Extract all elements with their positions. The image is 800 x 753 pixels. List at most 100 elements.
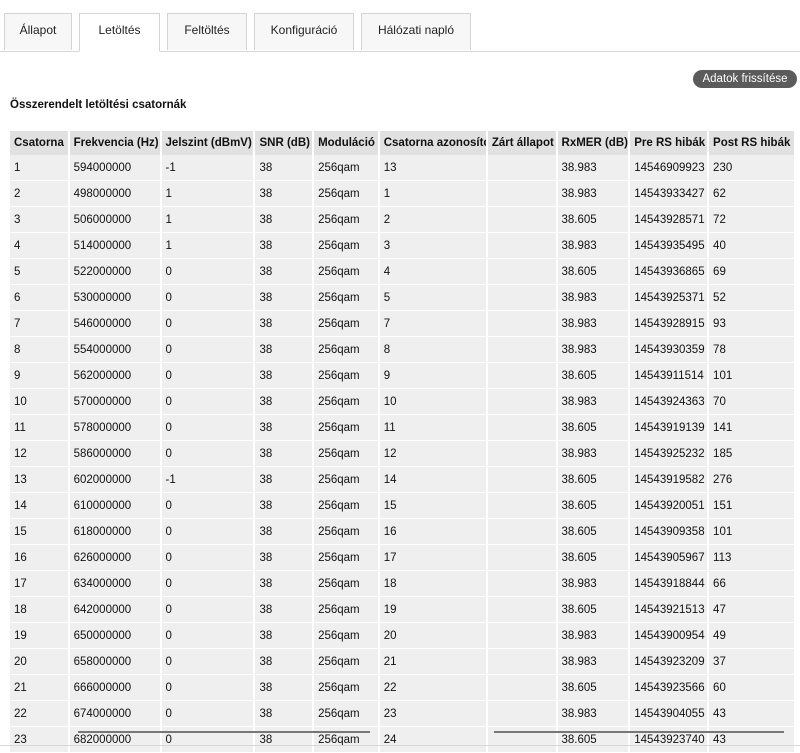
- cell-post-rs-errors: 276: [709, 467, 794, 493]
- cell-rxmer: 38.605: [557, 597, 629, 623]
- cell-channel-id: 23: [379, 701, 486, 727]
- cell-snr: 38: [255, 545, 313, 571]
- cell-pre-rs-errors: 14543933427: [630, 181, 708, 207]
- cell-rxmer: 38.983: [557, 701, 629, 727]
- header-frekvencia: Frekvencia (Hz): [69, 131, 160, 155]
- cell-post-rs-errors: 72: [709, 207, 794, 233]
- cell-lock-status: [487, 623, 556, 649]
- cell-rxmer: 38.983: [557, 441, 629, 467]
- cell-rxmer: 38.983: [557, 285, 629, 311]
- cell-post-rs-errors: 43: [709, 701, 794, 727]
- cell-modulation: 256qam: [314, 441, 378, 467]
- tab-allapot[interactable]: Állapot: [4, 13, 72, 50]
- cell-power-level: 0: [161, 389, 254, 415]
- cell-snr: 38: [255, 571, 313, 597]
- cell-pre-rs-errors: 14543928571: [630, 207, 708, 233]
- header-zart-allapot: Zárt állapot: [487, 131, 556, 155]
- cell-snr: 38: [255, 207, 313, 233]
- cell-lock-status: [487, 597, 556, 623]
- cell-channel-id: 9: [379, 363, 486, 389]
- cell-channel: 20: [10, 649, 68, 675]
- cell-lock-status: [487, 285, 556, 311]
- cell-modulation: 256qam: [314, 519, 378, 545]
- cell-power-level: -1: [161, 467, 254, 493]
- cell-power-level: 0: [161, 597, 254, 623]
- table-row: 22 674000000 0 38 256qam 23 38.983 14543904055 4…: [10, 701, 794, 727]
- table-row: 21 666000000 0 38 256qam 22 38.605 14543923566 6…: [10, 675, 794, 701]
- cell-channel: 15: [10, 519, 68, 545]
- cell-channel: 6: [10, 285, 68, 311]
- tab-konfiguracio[interactable]: Konfiguráció: [254, 13, 354, 50]
- table-row: 1 594000000 -1 38 256qam 13 38.983 14546909923 2…: [10, 155, 794, 181]
- tab-letoltes[interactable]: Letöltés: [79, 13, 160, 52]
- cell-pre-rs-errors: 14543930359: [630, 337, 708, 363]
- cell-frequency: 514000000: [69, 233, 160, 259]
- cell-rxmer: 38.605: [557, 363, 629, 389]
- cell-lock-status: [487, 545, 556, 571]
- cell-power-level: 0: [161, 493, 254, 519]
- cell-lock-status: [487, 467, 556, 493]
- cell-channel: 2: [10, 181, 68, 207]
- cell-frequency: 522000000: [69, 259, 160, 285]
- cell-pre-rs-errors: 14543918844: [630, 571, 708, 597]
- cell-channel-id: 7: [379, 311, 486, 337]
- cell-channel-id: 18: [379, 571, 486, 597]
- cell-modulation: 256qam: [314, 467, 378, 493]
- cell-channel: 3: [10, 207, 68, 233]
- cell-power-level: 0: [161, 441, 254, 467]
- cell-frequency: 642000000: [69, 597, 160, 623]
- table-row: 9 562000000 0 38 256qam 9 38.605 14543911514 101: [10, 363, 794, 389]
- table-row: 11 578000000 0 38 256qam 11 38.605 14543919139 1…: [10, 415, 794, 441]
- cell-channel: 21: [10, 675, 68, 701]
- cell-pre-rs-errors: 14543909358: [630, 519, 708, 545]
- header-rxmer: RxMER (dB): [557, 131, 629, 155]
- cell-channel-id: 14: [379, 467, 486, 493]
- cell-channel: 16: [10, 545, 68, 571]
- cell-frequency: 610000000: [69, 493, 160, 519]
- cell-power-level: -1: [161, 155, 254, 181]
- table-row: 13 602000000 -1 38 256qam 14 38.605 14543919582…: [10, 467, 794, 493]
- cell-post-rs-errors: 52: [709, 285, 794, 311]
- header-csatorna-azonosito: Csatorna azonosító: [379, 131, 486, 155]
- cell-frequency: 546000000: [69, 311, 160, 337]
- cell-channel: 10: [10, 389, 68, 415]
- cell-channel: 9: [10, 363, 68, 389]
- cell-post-rs-errors: 185: [709, 441, 794, 467]
- cell-post-rs-errors: 49: [709, 623, 794, 649]
- cell-lock-status: [487, 389, 556, 415]
- cell-channel-id: 21: [379, 649, 486, 675]
- tab-bar: Állapot Letöltés Feltöltés Konfiguráció …: [0, 0, 800, 52]
- refresh-data-button[interactable]: Adatok frissítése: [693, 70, 797, 88]
- cell-post-rs-errors: 78: [709, 337, 794, 363]
- cell-snr: 38: [255, 701, 313, 727]
- cell-channel-id: 1: [379, 181, 486, 207]
- cell-power-level: 0: [161, 545, 254, 571]
- tab-halozati-naplo[interactable]: Hálózati napló: [361, 13, 471, 50]
- cell-rxmer: 38.605: [557, 207, 629, 233]
- bottom-divider: [0, 745, 800, 746]
- cell-power-level: 1: [161, 233, 254, 259]
- cell-power-level: 1: [161, 207, 254, 233]
- cell-snr: 38: [255, 441, 313, 467]
- cell-frequency: 674000000: [69, 701, 160, 727]
- cell-lock-status: [487, 493, 556, 519]
- cell-frequency: 498000000: [69, 181, 160, 207]
- cell-power-level: 0: [161, 415, 254, 441]
- cell-snr: 38: [255, 597, 313, 623]
- header-csatorna: Csatorna: [10, 131, 68, 155]
- cell-channel: 23: [10, 727, 68, 753]
- tab-feltoltes[interactable]: Feltöltés: [167, 13, 247, 50]
- cell-pre-rs-errors: 14543920051: [630, 493, 708, 519]
- cell-channel: 5: [10, 259, 68, 285]
- scroll-indicator-right: [494, 731, 784, 733]
- cell-post-rs-errors: 62: [709, 181, 794, 207]
- section-title: Összerendelt letöltési csatornák: [10, 99, 187, 111]
- cell-frequency: 530000000: [69, 285, 160, 311]
- cell-pre-rs-errors: 14543928915: [630, 311, 708, 337]
- cell-modulation: 256qam: [314, 649, 378, 675]
- cell-post-rs-errors: 113: [709, 545, 794, 571]
- cell-power-level: 0: [161, 285, 254, 311]
- table-row: 10 570000000 0 38 256qam 10 38.983 14543924363 7…: [10, 389, 794, 415]
- scroll-indicator-left: [78, 731, 370, 733]
- table-row: 7 546000000 0 38 256qam 7 38.983 14543928915 93: [10, 311, 794, 337]
